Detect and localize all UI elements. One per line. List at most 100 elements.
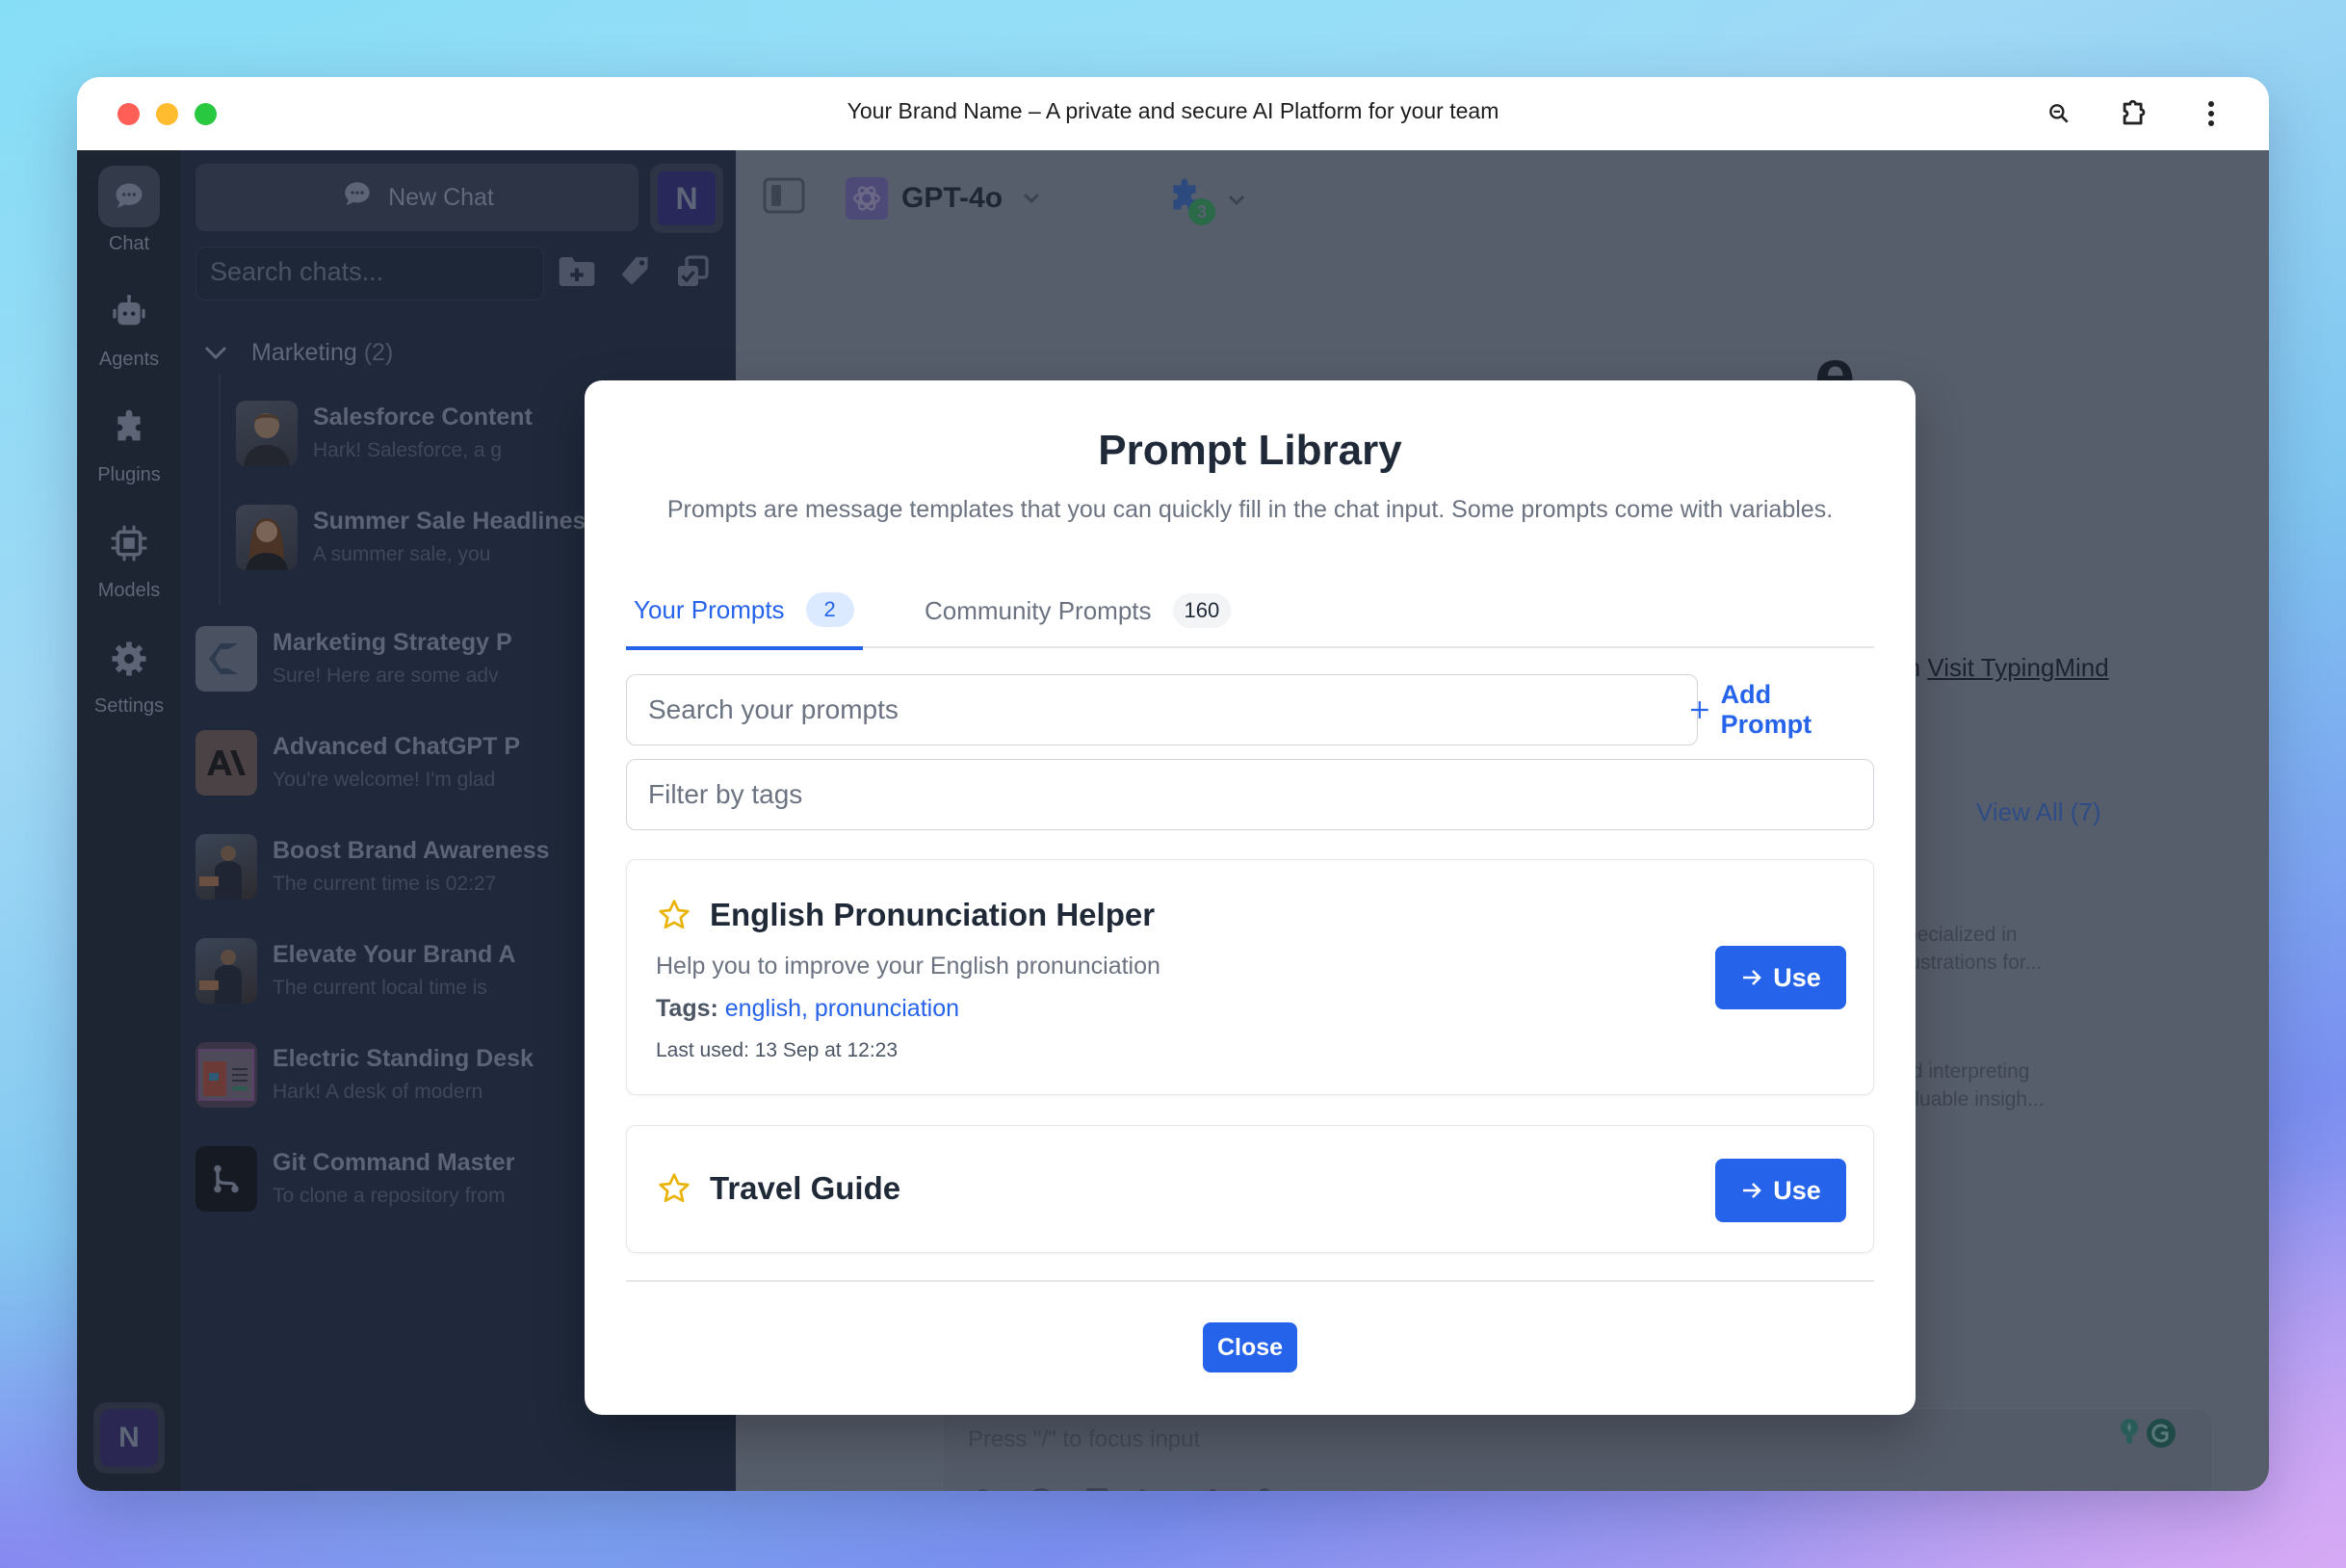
chat-title: Marketing Strategy P: [273, 629, 512, 656]
chat-avatar-image: [196, 938, 257, 1004]
prompt-library-modal: Prompt Library Prompts are message templ…: [585, 380, 1916, 1415]
folder-header[interactable]: Marketing (2): [196, 333, 736, 372]
add-prompt-button[interactable]: Add Prompt: [1688, 680, 1867, 739]
modal-description: Prompts are message templates that you c…: [666, 496, 1834, 523]
search-chats-input[interactable]: Search chats...: [196, 247, 544, 301]
robot-icon: [98, 281, 160, 343]
close-modal-button[interactable]: Close: [1203, 1322, 1297, 1372]
window-title: Your Brand Name – A private and secure A…: [847, 98, 1499, 123]
rail-label: Plugins: [97, 464, 161, 485]
view-all-link[interactable]: View All (7): [1976, 797, 2101, 827]
visit-line: om Visit TypingMind: [1886, 653, 2109, 683]
chat-title: Electric Standing Desk: [273, 1045, 534, 1072]
chat-item[interactable]: Git Command Master To clone a repository…: [196, 1146, 561, 1212]
chat-composer[interactable]: Press "/" to focus input: [942, 1408, 2213, 1491]
chat-item[interactable]: Boost Brand Awareness The current time i…: [196, 834, 561, 900]
use-prompt-button[interactable]: Use: [1715, 946, 1846, 1009]
plugins-count-badge: 3: [1188, 198, 1215, 225]
rail-label: Settings: [93, 695, 165, 717]
chat-avatar-image: [196, 1042, 257, 1108]
git-branch-icon: [196, 1146, 257, 1212]
star-outline-icon[interactable]: [656, 1171, 692, 1206]
chat-title: Boost Brand Awareness: [273, 837, 550, 864]
chevron-down-icon: [1228, 195, 1245, 206]
rail-label: Agents: [98, 349, 160, 370]
chat-bubble-icon: [340, 178, 375, 218]
chat-item[interactable]: Salesforce Content Hark! Salesforce, a g: [236, 401, 602, 466]
plus-icon: [1690, 701, 1708, 719]
pen-tool-icon[interactable]: [1135, 1484, 1170, 1491]
grammarly-widget[interactable]: [2118, 1417, 2177, 1450]
visit-typingmind-link[interactable]: Visit TypingMind: [1927, 653, 2108, 682]
rail-item-agents[interactable]: Agents: [77, 281, 181, 371]
use-prompt-button[interactable]: Use: [1715, 1159, 1846, 1222]
gear-icon: [98, 628, 160, 690]
grammarly-icon: [2147, 1419, 2176, 1448]
chat-item[interactable]: Summer Sale Headlines A summer sale, you: [236, 505, 602, 570]
rail-item-settings[interactable]: Settings: [77, 628, 181, 718]
folder-name: Marketing: [251, 338, 357, 366]
user-avatar[interactable]: N: [93, 1402, 165, 1474]
tab-your-prompts[interactable]: Your Prompts 2: [626, 573, 863, 650]
chat-item[interactable]: Elevate Your Brand A The current local t…: [196, 938, 561, 1004]
mention-icon[interactable]: [1024, 1484, 1058, 1491]
use-label: Use: [1773, 1175, 1821, 1205]
chat-preview: The current time is 02:27: [273, 873, 497, 895]
zoom-out-icon[interactable]: [2042, 96, 2076, 131]
toggle-sidebar-icon[interactable]: [763, 177, 805, 216]
new-chat-label: New Chat: [388, 183, 494, 211]
composer-placeholder: Press "/" to focus input: [968, 1426, 1201, 1452]
chat-item[interactable]: Marketing Strategy P Sure! Here are some…: [196, 626, 561, 692]
plugins-selector[interactable]: 3: [1165, 177, 1246, 225]
microphone-icon[interactable]: [1247, 1484, 1282, 1491]
prompt-title: Travel Guide: [710, 1170, 901, 1206]
chat-preview: The current local time is: [273, 977, 487, 999]
extensions-icon[interactable]: [2117, 96, 2151, 131]
prompt-tabs: Your Prompts 2 Community Prompts 160: [626, 573, 1874, 650]
chat-preview: Sure! Here are some adv: [273, 665, 499, 687]
chat-avatar-image: [236, 505, 298, 570]
chat-title: Git Command Master: [273, 1149, 515, 1176]
chat-title: Salesforce Content: [313, 404, 533, 431]
tab-community-prompts[interactable]: Community Prompts 160: [925, 573, 1232, 648]
chat-item[interactable]: Electric Standing Desk Hark! A desk of m…: [196, 1042, 561, 1108]
star-outline-icon[interactable]: [656, 898, 692, 932]
chat-item[interactable]: Advanced ChatGPT P You're welcome! I'm g…: [196, 730, 561, 796]
chat-preview: To clone a repository from: [273, 1185, 506, 1207]
attachment-icon[interactable]: [1191, 1484, 1226, 1491]
prompt-library-icon[interactable]: [1080, 1484, 1114, 1491]
search-icon[interactable]: [968, 1484, 1003, 1491]
chat-preview: You're welcome! I'm glad: [273, 769, 496, 791]
prompt-tags: Tags: english, pronunciation: [656, 995, 959, 1023]
new-chat-button[interactable]: New Chat: [196, 164, 639, 231]
sidebar-tools: [556, 250, 714, 293]
workspace-avatar-button[interactable]: N: [650, 164, 723, 233]
filter-tags-input[interactable]: Filter by tags: [626, 759, 1874, 830]
search-prompts-input[interactable]: Search your prompts: [626, 674, 1698, 745]
rail-label: Chat: [108, 233, 150, 254]
prompt-title: English Pronunciation Helper: [710, 897, 1156, 932]
tag-icon[interactable]: [613, 250, 656, 293]
tab-count-badge: 160: [1172, 593, 1232, 628]
select-chats-icon[interactable]: [671, 250, 714, 293]
puzzle-icon: [98, 397, 160, 458]
more-vert-icon[interactable]: [2194, 96, 2229, 131]
chat-preview: Hark! A desk of modern: [273, 1081, 483, 1103]
chat-title: Advanced ChatGPT P: [273, 733, 520, 760]
new-folder-icon[interactable]: [556, 250, 598, 293]
tab-label: Your Prompts: [634, 594, 785, 624]
prompt-card: Travel Guide Use: [626, 1125, 1874, 1253]
chat-title: Elevate Your Brand A: [273, 941, 516, 968]
arrow-right-icon: [1743, 1183, 1762, 1198]
chat-avatar-image: [196, 834, 257, 900]
rail-item-plugins[interactable]: Plugins: [77, 397, 181, 486]
tag-links[interactable]: english, pronunciation: [725, 995, 959, 1022]
model-selector[interactable]: GPT-4o: [846, 177, 1041, 220]
rail-item-chat[interactable]: Chat: [77, 166, 181, 255]
anthropic-logo-icon: [196, 730, 257, 796]
rail-item-models[interactable]: Models: [77, 512, 181, 602]
folder-marketing[interactable]: Marketing (2): [196, 333, 736, 605]
chevron-down-icon: [204, 346, 227, 360]
chip-icon: [98, 512, 160, 574]
tags-label: Tags:: [656, 995, 718, 1022]
